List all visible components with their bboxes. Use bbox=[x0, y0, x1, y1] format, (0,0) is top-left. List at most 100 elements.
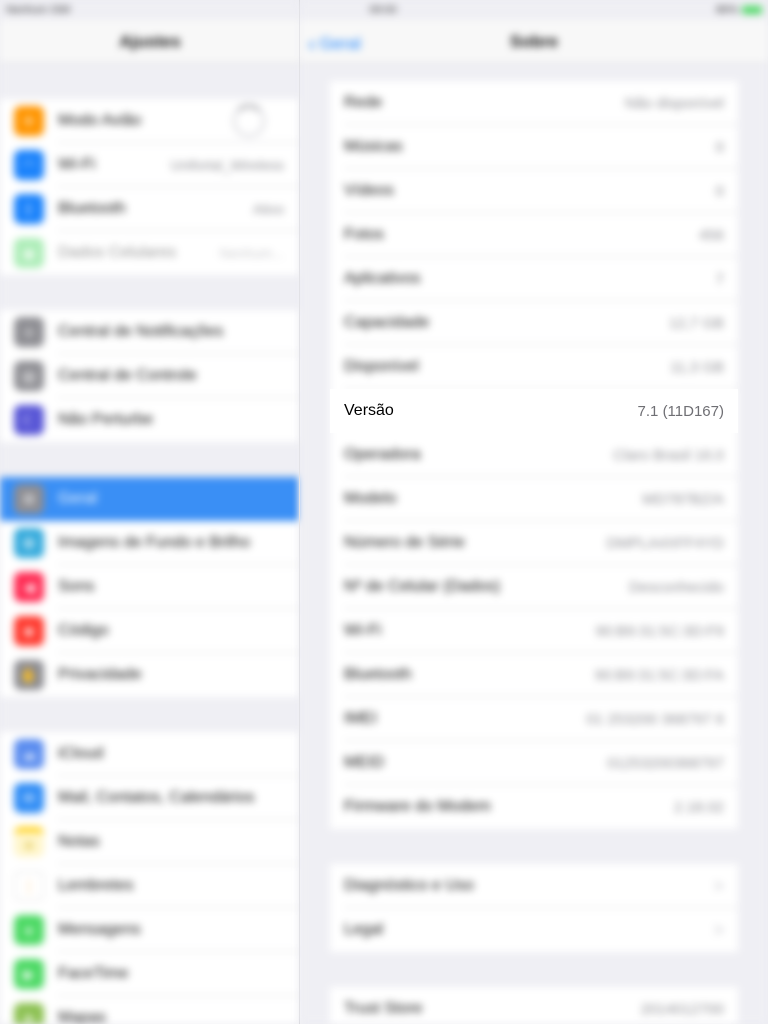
notes-icon: ≡ bbox=[14, 827, 44, 857]
sidebar-item-bluetooth[interactable]: ᛒ Bluetooth Ativo bbox=[0, 187, 300, 231]
about-links-group: Diagnóstico e Uso > Legal > bbox=[330, 864, 738, 952]
messages-icon: ● bbox=[14, 915, 44, 945]
sidebar-item-wallpaper-brightness[interactable]: ✿ Imagens de Fundo e Brilho bbox=[0, 521, 300, 565]
sidebar-item-icloud[interactable]: ☁ iCloud bbox=[0, 732, 300, 776]
sidebar-item-label: Lembretes bbox=[58, 877, 134, 894]
about-row-photos: Fotos 456 bbox=[330, 213, 738, 257]
about-row-modem-firmware: Firmware do Modem 2.18.02 bbox=[330, 785, 738, 829]
row-value: 01 253200 368797 6 bbox=[586, 710, 724, 728]
sidebar-item-facetime[interactable]: ▶ FaceTime bbox=[0, 952, 300, 996]
sidebar-item-maps[interactable]: ➤ Mapas bbox=[0, 996, 300, 1024]
sidebar-item-label: Central de Controle bbox=[58, 367, 197, 384]
speaker-icon: ◀ bbox=[14, 572, 44, 602]
row-label: Wi-Fi bbox=[344, 622, 382, 639]
about-row-meid: MEID 01253200368797 bbox=[330, 741, 738, 785]
sidebar-group-notifications: ≡ Central de Notificações ▤ Central de C… bbox=[0, 310, 300, 442]
about-row-capacity: Capacidade 12,7 GB bbox=[330, 301, 738, 345]
row-value: Claro Brasil 16.0 bbox=[613, 446, 724, 464]
about-row-legal[interactable]: Legal > bbox=[330, 908, 738, 952]
row-label: Trust Store bbox=[344, 1000, 423, 1017]
airplane-icon: ✈ bbox=[14, 106, 44, 136]
sidebar-item-notes[interactable]: ≡ Notas bbox=[0, 820, 300, 864]
row-value: 90:B9:31:5C:3D:FA bbox=[594, 666, 724, 684]
row-value: 2014012700 bbox=[640, 1000, 724, 1018]
sidebar-item-label: Privacidade bbox=[58, 666, 142, 683]
sidebar-item-label: Central de Notificações bbox=[58, 323, 224, 340]
sidebar-group-general: ⚙ Geral ✿ Imagens de Fundo e Brilho ◀ So… bbox=[0, 477, 300, 697]
sidebar-item-label: Imagens de Fundo e Brilho bbox=[58, 534, 251, 551]
about-row-videos: Vídeos 0 bbox=[330, 169, 738, 213]
sidebar-nav-bar: Ajustes bbox=[0, 20, 300, 64]
cellular-icon: ◉ bbox=[14, 238, 44, 268]
sidebar-item-do-not-disturb[interactable]: ☾ Não Perturbe bbox=[0, 398, 300, 442]
row-value: 456 bbox=[698, 226, 724, 244]
row-value: Não disponível bbox=[624, 94, 724, 112]
gear-icon: ⚙ bbox=[14, 484, 44, 514]
row-label: Capacidade bbox=[344, 314, 430, 331]
cloud-icon: ☁ bbox=[14, 739, 44, 769]
status-time: 09:00 bbox=[369, 4, 397, 16]
sidebar-item-general[interactable]: ⚙ Geral bbox=[0, 477, 300, 521]
version-label: Versão bbox=[344, 402, 394, 419]
sidebar-item-privacy[interactable]: ✋ Privacidade bbox=[0, 653, 300, 697]
sidebar-item-value: Ativo bbox=[252, 201, 284, 217]
reminders-icon: ⋮ bbox=[14, 871, 44, 901]
settings-sidebar: Nenhum SIM Ajustes ✈ Modo Avião ◠ Wi-Fi … bbox=[0, 0, 300, 1024]
row-value: 12,7 GB bbox=[668, 314, 724, 332]
sidebar-item-label: Não Perturbe bbox=[58, 411, 154, 428]
sidebar-item-label: Geral bbox=[58, 490, 98, 507]
carrier-label: Nenhum SIM bbox=[6, 4, 71, 16]
airplane-mode-toggle[interactable] bbox=[232, 104, 266, 138]
row-value: 11,3 GB bbox=[670, 358, 724, 376]
mail-icon: ✉ bbox=[14, 783, 44, 813]
sidebar-item-cellular-data[interactable]: ◉ Dados Celulares Nenhum... bbox=[0, 231, 300, 275]
wallpaper-icon: ✿ bbox=[14, 528, 44, 558]
sidebar-item-label: Dados Celulares bbox=[58, 244, 177, 261]
row-value: 0 bbox=[715, 182, 724, 200]
sidebar-title: Ajustes bbox=[119, 32, 181, 51]
row-label: Modelo bbox=[344, 490, 397, 507]
row-label: Firmware do Modem bbox=[344, 798, 491, 815]
sidebar-item-wifi[interactable]: ◠ Wi-Fi Unifortal_Wireless bbox=[0, 143, 300, 187]
about-info-group: Rede Não disponível Músicas 0 Vídeos 0 Foto… bbox=[330, 81, 738, 829]
wifi-icon: ◠ bbox=[14, 150, 44, 180]
sidebar-item-reminders[interactable]: ⋮ Lembretes bbox=[0, 864, 300, 908]
sidebar-item-control-center[interactable]: ▤ Central de Controle bbox=[0, 354, 300, 398]
sidebar-item-label: Código bbox=[58, 622, 109, 639]
about-pane: 09:00 86% ‹ Geral Sobre Rede Não disponív… bbox=[300, 0, 768, 1024]
about-row-carrier: Operadora Claro Brasil 16.0 bbox=[330, 433, 738, 477]
row-label: MEID bbox=[344, 754, 384, 771]
sidebar-item-messages[interactable]: ● Mensagens bbox=[0, 908, 300, 952]
sidebar-item-label: iCloud bbox=[58, 745, 104, 762]
row-label: IMEI bbox=[344, 710, 377, 727]
facetime-icon: ▶ bbox=[14, 959, 44, 989]
chevron-right-icon: > bbox=[713, 919, 724, 940]
battery-percent: 86% bbox=[715, 4, 738, 16]
about-row-serial-number: Número de Série DMPLA4XFF4YD bbox=[330, 521, 738, 565]
sidebar-item-label: FaceTime bbox=[58, 965, 129, 982]
about-row-network: Rede Não disponível bbox=[330, 81, 738, 125]
lock-icon: ■ bbox=[14, 616, 44, 646]
row-label: Aplicativos bbox=[344, 270, 421, 287]
row-label: Rede bbox=[344, 94, 383, 111]
row-label: Músicas bbox=[344, 138, 403, 155]
about-row-songs: Músicas 0 bbox=[330, 125, 738, 169]
version-value: 7.1 (11D167) bbox=[637, 402, 724, 420]
sidebar-item-notification-center[interactable]: ≡ Central de Notificações bbox=[0, 310, 300, 354]
sidebar-item-label: Notas bbox=[58, 833, 100, 850]
row-value: Desconhecido bbox=[628, 578, 724, 596]
sidebar-item-label: Mensagens bbox=[58, 921, 141, 938]
sidebar-item-passcode[interactable]: ■ Código bbox=[0, 609, 300, 653]
about-row-bluetooth-address: Bluetooth 90:B9:31:5C:3D:FA bbox=[330, 653, 738, 697]
notifications-icon: ≡ bbox=[14, 317, 44, 347]
row-value: 7 bbox=[715, 270, 724, 288]
sidebar-item-sounds[interactable]: ◀ Sons bbox=[0, 565, 300, 609]
sidebar-item-label: Wi-Fi bbox=[58, 156, 96, 173]
row-label: Bluetooth bbox=[344, 666, 412, 683]
sidebar-item-label: Bluetooth bbox=[58, 200, 126, 217]
row-value: 01253200368797 bbox=[607, 754, 724, 772]
row-value: 2.18.02 bbox=[673, 798, 724, 816]
sidebar-item-mail-contacts-calendars[interactable]: ✉ Mail, Contatos, Calendários bbox=[0, 776, 300, 820]
about-row-diagnostics-usage[interactable]: Diagnóstico e Uso > bbox=[330, 864, 738, 908]
row-label: Operadora bbox=[344, 446, 421, 463]
